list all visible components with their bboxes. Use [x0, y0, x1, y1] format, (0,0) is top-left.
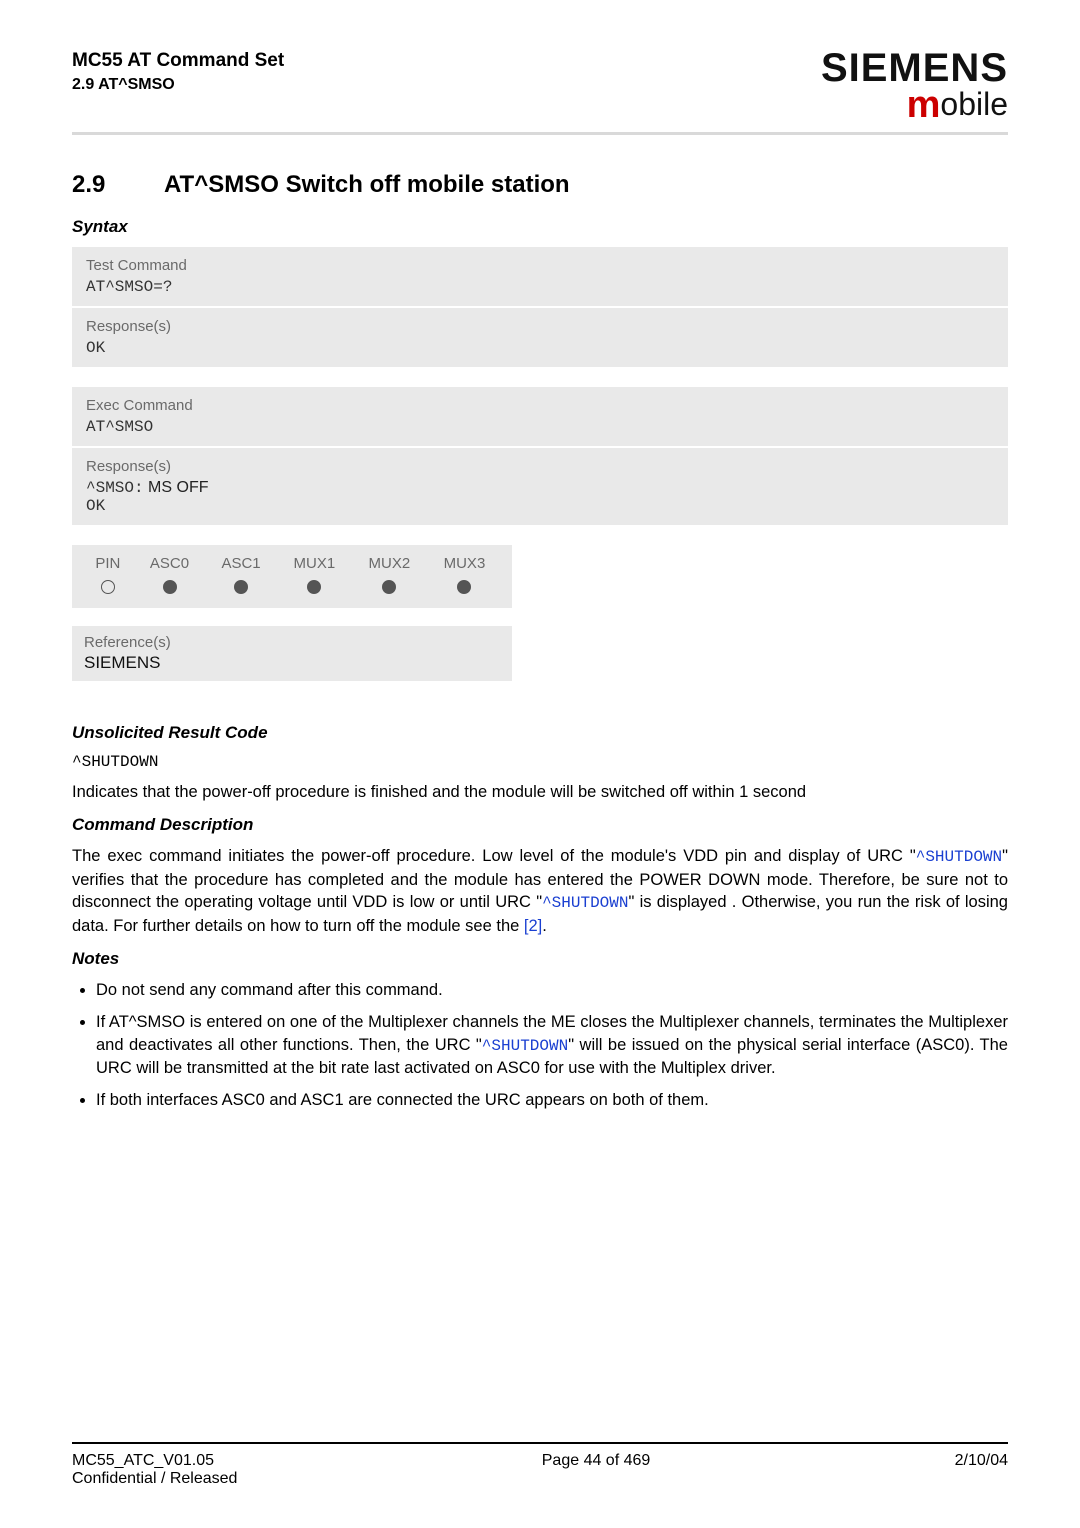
avail-state-mux2 — [382, 580, 396, 594]
urc-text: Indicates that the power-off procedure i… — [72, 781, 1008, 803]
cmd-desc-shutdown-2[interactable]: ^SHUTDOWN — [542, 894, 628, 912]
brand-logo: SIEMENS mobile — [821, 48, 1008, 124]
notes-heading: Notes — [72, 949, 1008, 969]
cmd-desc-shutdown-1[interactable]: ^SHUTDOWN — [916, 848, 1002, 866]
exec-response-ok: OK — [86, 497, 994, 515]
footer-confidential: Confidential / Released — [72, 1470, 237, 1488]
footer-date: 2/10/04 — [955, 1452, 1008, 1488]
test-response-box: Response(s) OK — [72, 308, 1008, 367]
test-response-value: OK — [86, 339, 994, 357]
avail-state-mux1 — [307, 580, 321, 594]
brand-mobile-rest: obile — [940, 86, 1008, 122]
exec-command-label: Exec Command — [86, 397, 994, 414]
cmd-desc-paragraph: The exec command initiates the power-off… — [72, 845, 1008, 937]
reference-value: SIEMENS — [84, 653, 500, 673]
notes-list: Do not send any command after this comma… — [72, 979, 1008, 1112]
avail-state-mux3 — [457, 580, 471, 594]
avail-head-asc1: ASC1 — [205, 551, 277, 576]
section-title: AT^SMSO Switch off mobile station — [164, 171, 570, 198]
syntax-heading: Syntax — [72, 217, 1008, 237]
test-command-value: AT^SMSO=? — [86, 278, 994, 296]
reference-label: Reference(s) — [84, 634, 500, 651]
urc-code: ^SHUTDOWN — [72, 753, 1008, 771]
exec-response-box: Response(s) ^SMSO: MS OFF OK — [72, 448, 1008, 525]
availability-headers: PIN ASC0 ASC1 MUX1 MUX2 MUX3 — [82, 551, 502, 576]
avail-state-pin — [101, 580, 115, 594]
brand-siemens-text: SIEMENS — [821, 48, 1008, 88]
availability-states — [82, 576, 502, 602]
footer-page-number: Page 44 of 469 — [237, 1452, 954, 1488]
brand-mobile-m: m — [907, 84, 941, 126]
exec-response-suffix: MS OFF — [144, 479, 209, 496]
test-command-label: Test Command — [86, 257, 994, 274]
note-1: Do not send any command after this comma… — [96, 979, 1008, 1001]
note-3: If both interfaces ASC0 and ASC1 are con… — [96, 1089, 1008, 1111]
page-footer: MC55_ATC_V01.05 Confidential / Released … — [72, 1442, 1008, 1488]
test-command-box: Test Command AT^SMSO=? — [72, 247, 1008, 306]
section-number: 2.9 — [72, 171, 164, 199]
cmd-desc-heading: Command Description — [72, 815, 1008, 835]
avail-state-asc0 — [163, 580, 177, 594]
avail-head-mux1: MUX1 — [277, 551, 352, 576]
cmd-desc-ref-link[interactable]: [2] — [524, 917, 542, 935]
availability-box: PIN ASC0 ASC1 MUX1 MUX2 MUX3 — [72, 545, 512, 608]
exec-response-label: Response(s) — [86, 458, 994, 475]
urc-heading: Unsolicited Result Code — [72, 723, 1008, 743]
doc-title: MC55 AT Command Set — [72, 48, 284, 74]
exec-command-value: AT^SMSO — [86, 418, 994, 436]
note-2: If AT^SMSO is entered on one of the Mult… — [96, 1011, 1008, 1079]
note-2-shutdown[interactable]: ^SHUTDOWN — [482, 1037, 568, 1055]
footer-version: MC55_ATC_V01.05 — [72, 1452, 237, 1470]
test-response-label: Response(s) — [86, 318, 994, 335]
avail-head-mux3: MUX3 — [427, 551, 502, 576]
avail-head-mux2: MUX2 — [352, 551, 427, 576]
reference-box: Reference(s) SIEMENS — [72, 626, 512, 681]
doc-subtitle: 2.9 AT^SMSO — [72, 74, 284, 96]
availability-table: PIN ASC0 ASC1 MUX1 MUX2 MUX3 — [82, 551, 502, 602]
avail-head-asc0: ASC0 — [134, 551, 206, 576]
header-divider — [72, 132, 1008, 135]
avail-state-asc1 — [234, 580, 248, 594]
avail-head-pin: PIN — [82, 551, 134, 576]
brand-mobile-text: mobile — [821, 86, 1008, 124]
exec-response-prefix: ^SMSO: — [86, 479, 144, 497]
exec-command-box: Exec Command AT^SMSO — [72, 387, 1008, 446]
section-heading: 2.9AT^SMSO Switch off mobile station — [72, 171, 1008, 199]
cmd-desc-text-f: . — [542, 917, 547, 935]
cmd-desc-text-a: The exec command initiates the power-off… — [72, 847, 916, 865]
